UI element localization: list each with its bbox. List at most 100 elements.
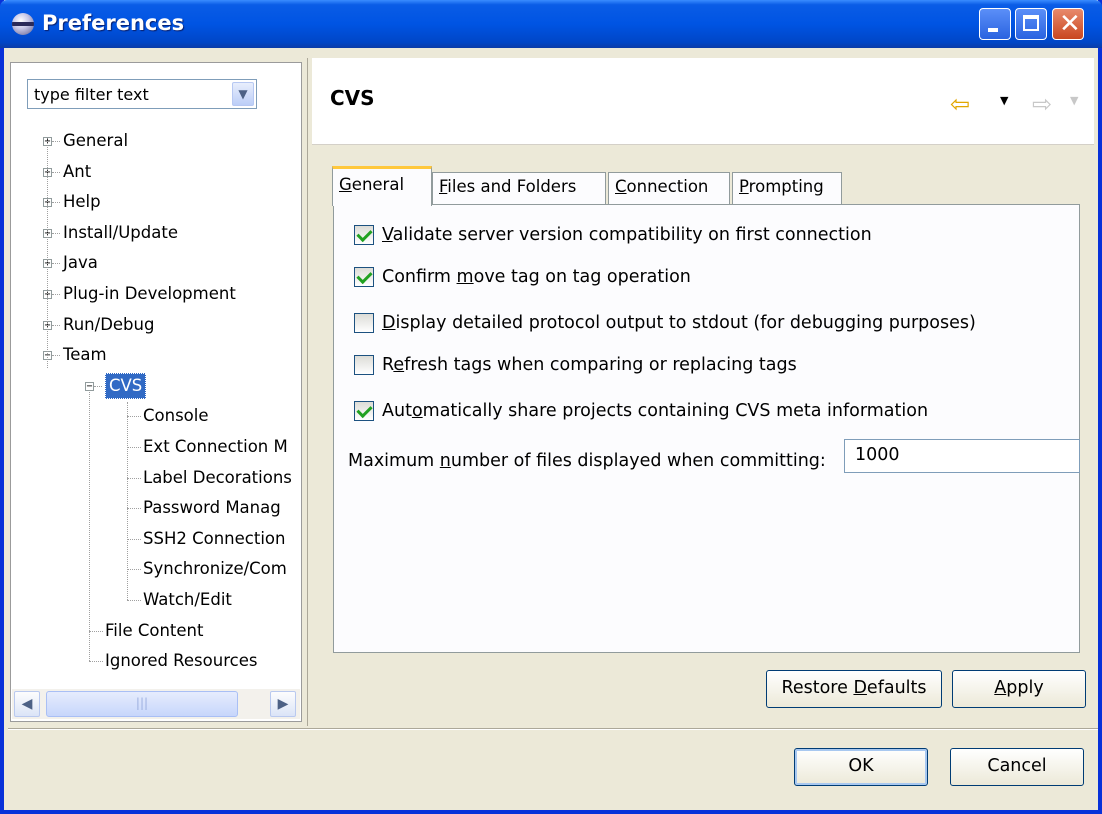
tree-item[interactable]: Java [63, 249, 98, 277]
tab-label: rompting [748, 177, 824, 196]
tab-files-and-folders[interactable]: Files and Folders [432, 172, 606, 204]
tree-connector [52, 171, 60, 173]
tree-item-label: Label Decorations [143, 467, 292, 487]
option-label: Display detailed protocol output to stdo… [382, 313, 976, 333]
tree-item[interactable]: Label Decorations [143, 464, 292, 492]
back-history-dropdown-icon[interactable]: ▼ [1000, 94, 1008, 107]
minimize-icon [988, 28, 998, 32]
checkbox-checked[interactable] [354, 225, 374, 245]
tree-item[interactable]: Ext Connection M [143, 433, 288, 461]
tree-item[interactable]: CVS [105, 372, 147, 400]
tree-connector [52, 232, 60, 234]
collapse-icon[interactable]: − [85, 381, 94, 391]
minimize-button[interactable] [979, 8, 1011, 40]
tree-item[interactable]: Ant [63, 158, 91, 186]
back-arrow-icon[interactable]: ⇦ [950, 90, 970, 118]
chevron-down-icon[interactable]: ▼ [232, 82, 254, 106]
close-button[interactable]: ✕ [1052, 8, 1084, 40]
tree-item-label: Password Manag [143, 498, 281, 518]
tree-item[interactable]: Ignored Resources [105, 647, 257, 675]
page-header: CVS ⇦ ▼ ⇨ ▼ [312, 58, 1094, 144]
tree-item-label: Synchronize/Com [143, 559, 287, 579]
tree-item[interactable]: Watch/Edit [143, 586, 232, 614]
cancel-button[interactable]: Cancel [950, 748, 1084, 786]
tree-guide-line [89, 391, 90, 662]
tree-item[interactable]: Synchronize/Com [143, 555, 287, 583]
tree-item[interactable]: SSH2 Connection [143, 525, 285, 553]
tab-connection[interactable]: Connection [608, 172, 730, 204]
tree-item-label: Ignored Resources [105, 651, 258, 671]
tree-item[interactable]: Install/Update [63, 219, 178, 247]
tree-item[interactable]: General [63, 127, 128, 155]
scroll-right-arrow-icon[interactable]: ▶ [270, 691, 296, 717]
max-files-label: Maximum number of files displayed when c… [348, 451, 826, 471]
tree-item-label: Ext Connection M [143, 437, 288, 456]
tree-item-label: Install/Update [63, 222, 178, 242]
tree-connector [94, 385, 102, 387]
tree-item-label: Team [63, 345, 107, 365]
maximize-icon [1023, 15, 1039, 31]
filter-input[interactable]: type filter text [34, 85, 149, 104]
tab-mnemonic: P [739, 177, 749, 196]
tab-label: eneral [351, 175, 405, 194]
tree-item-label: SSH2 Connection [143, 528, 286, 548]
tree-connector [89, 630, 103, 632]
dialog-separator [8, 728, 1098, 730]
tree-item-label: Ant [63, 161, 92, 181]
tab-label: iles and Folders [447, 177, 577, 196]
tree-item-label: Plug-in Development [63, 284, 236, 303]
tab-mnemonic: C [615, 177, 627, 196]
tree-item[interactable]: File Content [105, 617, 203, 645]
window-title: Preferences [42, 11, 185, 35]
tree-connector [127, 569, 141, 571]
title-bar[interactable]: Preferences ✕ [0, 0, 1102, 48]
close-icon: ✕ [1059, 9, 1081, 39]
preference-tree: General + Ant + Help + Install/Update + Java + Plu… [11, 125, 301, 685]
tree-connector [52, 324, 60, 326]
checkbox-checked[interactable] [354, 401, 374, 421]
checkbox-unchecked[interactable] [354, 355, 374, 375]
tree-item[interactable]: Plug-in Development [63, 280, 236, 308]
tab-prompting[interactable]: Prompting [732, 172, 842, 204]
option-label: Confirm move tag on tag operation [382, 267, 691, 287]
tree-item[interactable]: Console [143, 402, 209, 430]
general-tab-panel: Validate server version compatibility on… [333, 204, 1080, 653]
ok-button[interactable]: OK [794, 748, 928, 786]
tree-connector [127, 538, 141, 540]
option-label: Refresh tags when comparing or replacing… [382, 355, 797, 375]
page-title: CVS [330, 86, 375, 110]
scrollbar-thumb[interactable]: ||| [46, 691, 238, 717]
tree-connector [127, 416, 141, 418]
horizontal-scrollbar[interactable]: ◀ ||| ▶ [12, 689, 300, 719]
scroll-left-arrow-icon[interactable]: ◀ [14, 691, 40, 717]
tree-item[interactable]: Help [63, 188, 101, 216]
tree-connector [52, 202, 60, 204]
tree-connector [52, 355, 60, 357]
tree-connector [52, 294, 60, 295]
apply-button[interactable]: Apply [952, 670, 1086, 708]
tree-item[interactable]: Password Manag [143, 494, 281, 522]
tree-item-label: Console [143, 406, 209, 426]
tab-general[interactable]: General [332, 166, 432, 206]
tree-item[interactable]: Team [63, 341, 107, 369]
maximize-button[interactable] [1015, 8, 1047, 40]
tree-connector [52, 141, 60, 142]
tree-item-label: CVS [105, 372, 147, 399]
preference-tree-pane: type filter text ▼ General + Ant + Help + Inst… [10, 62, 302, 722]
filter-combo[interactable]: type filter text ▼ [27, 79, 257, 109]
eclipse-icon [12, 13, 34, 35]
max-files-input[interactable]: 1000 [844, 439, 1080, 473]
restore-defaults-button[interactable]: Restore Defaults [766, 670, 942, 708]
tree-connector [127, 508, 141, 510]
tree-connector [127, 600, 141, 601]
option-label: Automatically share projects containing … [382, 401, 929, 421]
tree-connector [127, 477, 141, 479]
tree-item-label: Watch/Edit [143, 590, 232, 609]
tree-item[interactable]: Run/Debug [63, 311, 154, 339]
checkbox-unchecked[interactable] [354, 313, 374, 333]
tree-item-label: General [63, 131, 129, 150]
tree-guide-line [127, 402, 128, 600]
tree-item-label: Help [63, 192, 101, 212]
tree-guide-line [47, 141, 48, 368]
checkbox-checked[interactable] [354, 267, 374, 287]
